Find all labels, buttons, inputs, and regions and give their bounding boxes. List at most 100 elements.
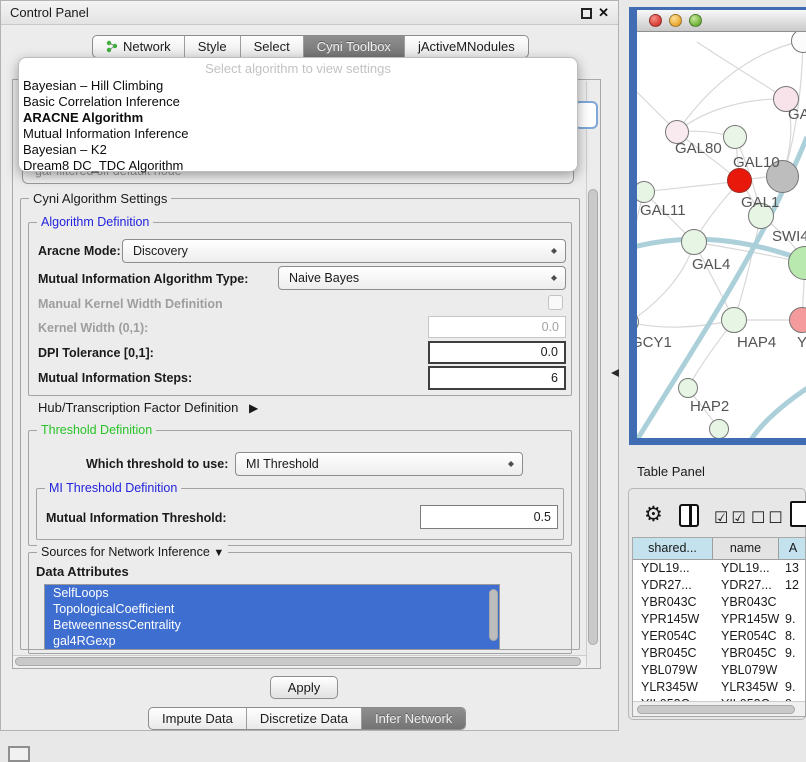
clear-all-checkboxes-icon[interactable]: ☐☐ bbox=[751, 508, 786, 528]
expanded-arrow-icon: ▼ bbox=[213, 547, 224, 559]
bottom-tabs: Impute Data Discretize Data Infer Networ… bbox=[148, 707, 466, 730]
which-threshold-combo[interactable]: MI Threshold bbox=[235, 452, 523, 476]
algorithm-dropdown: Select algorithm to view settings Bayesi… bbox=[18, 57, 578, 172]
algorithm-option-mutual-information[interactable]: Mutual Information Inference bbox=[19, 126, 577, 142]
mi-steps-label: Mutual Information Steps: bbox=[38, 371, 192, 385]
settings-horizontal-scrollbar-thumb[interactable] bbox=[15, 657, 581, 666]
control-panel-title: Control Panel bbox=[1, 1, 618, 25]
algorithm-dropdown-hint: Select algorithm to view settings bbox=[19, 60, 577, 78]
close-window-button[interactable]: ✕ bbox=[598, 6, 609, 20]
node-gal4[interactable] bbox=[681, 229, 707, 255]
node-label-gal4: GAL4 bbox=[692, 256, 730, 273]
node-hap4[interactable] bbox=[721, 307, 747, 333]
node-label-swi4: SWI4 bbox=[772, 228, 806, 245]
tab-jactivemnodules[interactable]: jActiveMNodules bbox=[404, 36, 528, 57]
control-panel-tabs: Network Style Select Cyni Toolbox jActiv… bbox=[92, 35, 529, 58]
export-table-icon[interactable] bbox=[790, 501, 806, 527]
node-label-hap4: HAP4 bbox=[737, 334, 776, 351]
collapsed-arrow-icon: ▶ bbox=[242, 401, 258, 415]
data-attributes-label: Data Attributes bbox=[36, 564, 129, 579]
mouse-cursor bbox=[611, 369, 619, 377]
column-header-a[interactable]: A bbox=[779, 538, 806, 560]
algorithm-option-bayesian-hill-climbing[interactable]: Bayesian – Hill Climbing bbox=[19, 78, 577, 94]
mi-threshold-field[interactable]: 0.5 bbox=[420, 505, 558, 529]
mi-algorithm-type-label: Mutual Information Algorithm Type: bbox=[38, 272, 248, 286]
tab-cyni-toolbox[interactable]: Cyni Toolbox bbox=[303, 36, 404, 57]
node-unlabeled-bottom[interactable] bbox=[709, 419, 729, 438]
tab-impute-data[interactable]: Impute Data bbox=[149, 708, 246, 729]
mi-threshold-label: Mutual Information Threshold: bbox=[46, 511, 227, 525]
dpi-tolerance-field[interactable]: 0.0 bbox=[428, 341, 566, 364]
apply-button[interactable]: Apply bbox=[270, 676, 338, 699]
settings-horizontal-scrollbar[interactable] bbox=[13, 655, 586, 668]
node-gal10[interactable] bbox=[723, 125, 747, 149]
settings-vertical-scrollbar-thumb[interactable] bbox=[588, 189, 598, 645]
close-traffic-light[interactable] bbox=[649, 14, 662, 27]
mi-algorithm-type-value: Naive Bayes bbox=[289, 271, 359, 285]
gear-icon[interactable]: ⚙ bbox=[644, 502, 666, 527]
float-window-button[interactable] bbox=[581, 8, 592, 19]
kernel-width-label: Kernel Width (0,1): bbox=[38, 321, 148, 335]
node-label-y: Y bbox=[797, 334, 806, 351]
attributes-list-scrollbar-thumb[interactable] bbox=[489, 589, 498, 641]
dpi-tolerance-label: DPI Tolerance [0,1]: bbox=[38, 346, 154, 360]
manual-kernel-width-checkbox bbox=[548, 295, 563, 310]
node-hap2[interactable] bbox=[678, 378, 698, 398]
manual-kernel-width-label: Manual Kernel Width Definition bbox=[38, 297, 223, 311]
list-item-topologicalcoefficient[interactable]: TopologicalCoefficient bbox=[45, 601, 499, 617]
column-header-shared-name[interactable]: shared... bbox=[633, 538, 713, 560]
mi-algorithm-type-combo[interactable]: Naive Bayes bbox=[278, 266, 566, 290]
table-horizontal-scrollbar-thumb[interactable] bbox=[637, 705, 795, 714]
mi-threshold-definition-title: MI Threshold Definition bbox=[45, 481, 181, 495]
algorithm-definition-title: Algorithm Definition bbox=[37, 215, 153, 229]
tab-style[interactable]: Style bbox=[184, 36, 240, 57]
node-label-gal1: GAL1 bbox=[741, 194, 779, 211]
node-label-gcy1: GCY1 bbox=[637, 334, 672, 351]
network-window-titlebar[interactable] bbox=[637, 10, 806, 32]
tab-network[interactable]: Network bbox=[93, 36, 184, 57]
aracne-mode-value: Discovery bbox=[133, 244, 188, 258]
network-canvas[interactable]: GAL GAL80 GAL10 GAL1 GAL11 SWI4 GAL4 GCY… bbox=[637, 32, 806, 438]
sources-title[interactable]: Sources for Network Inference ▼ bbox=[37, 545, 228, 559]
node-table: shared... name A YDL19... YDL19... 13 YD… bbox=[632, 537, 806, 717]
tab-infer-network[interactable]: Infer Network bbox=[361, 708, 465, 729]
algorithm-option-aracne[interactable]: ARACNE Algorithm bbox=[19, 110, 577, 126]
node-label-gal7: GAL bbox=[788, 106, 806, 123]
kernel-width-field: 0.0 bbox=[428, 316, 566, 338]
node-label-gal80: GAL80 bbox=[675, 140, 722, 157]
cyni-algorithm-settings-title: Cyni Algorithm Settings bbox=[29, 191, 171, 206]
column-header-name[interactable]: name bbox=[713, 538, 779, 560]
algorithm-option-dream8[interactable]: Dream8 DC_TDC Algorithm bbox=[19, 158, 577, 174]
list-item-betweennesscentrality[interactable]: BetweennessCentrality bbox=[45, 617, 499, 633]
tab-select[interactable]: Select bbox=[240, 36, 303, 57]
aracne-mode-combo[interactable]: Discovery bbox=[122, 239, 566, 263]
which-threshold-value: MI Threshold bbox=[246, 457, 319, 471]
node-gal1[interactable] bbox=[727, 168, 752, 193]
aracne-mode-label: Aracne Mode: bbox=[38, 244, 121, 258]
threshold-definition-title: Threshold Definition bbox=[37, 423, 156, 437]
algorithm-option-basic-correlation[interactable]: Basic Correlation Inference bbox=[19, 94, 577, 110]
minimize-traffic-light[interactable] bbox=[669, 14, 682, 27]
minimized-panel-icon[interactable] bbox=[8, 746, 30, 762]
node-label-gal10: GAL10 bbox=[733, 154, 780, 171]
which-threshold-label: Which threshold to use: bbox=[86, 457, 228, 471]
data-attributes-list: SelfLoops TopologicalCoefficient Between… bbox=[44, 584, 500, 650]
network-icon bbox=[106, 40, 119, 53]
list-item-selfloops[interactable]: SelfLoops bbox=[45, 585, 499, 601]
columns-icon[interactable] bbox=[679, 504, 699, 527]
hub-definition-toggle[interactable]: Hub/Transcription Factor Definition ▶ bbox=[38, 400, 258, 415]
tab-network-label: Network bbox=[123, 39, 171, 54]
algorithm-option-bayesian-k2[interactable]: Bayesian – K2 bbox=[19, 142, 577, 158]
control-panel-titlebar: Control Panel ✕ bbox=[1, 1, 618, 25]
network-view-window: GAL GAL80 GAL10 GAL1 GAL11 SWI4 GAL4 GCY… bbox=[629, 7, 806, 445]
zoom-traffic-light[interactable] bbox=[689, 14, 702, 27]
node-label-hap2: HAP2 bbox=[690, 398, 729, 415]
node-label-gal11: GAL11 bbox=[640, 202, 686, 219]
table-horizontal-scrollbar[interactable] bbox=[633, 701, 806, 717]
mi-steps-field[interactable]: 6 bbox=[428, 366, 566, 390]
settings-vertical-scrollbar[interactable] bbox=[586, 81, 600, 667]
select-all-checkboxes-icon[interactable]: ☑☑ bbox=[714, 508, 749, 528]
list-item-gal4rgexp[interactable]: gal4RGexp bbox=[45, 633, 499, 649]
tab-discretize-data[interactable]: Discretize Data bbox=[246, 708, 361, 729]
table-panel-title: Table Panel bbox=[637, 464, 705, 479]
